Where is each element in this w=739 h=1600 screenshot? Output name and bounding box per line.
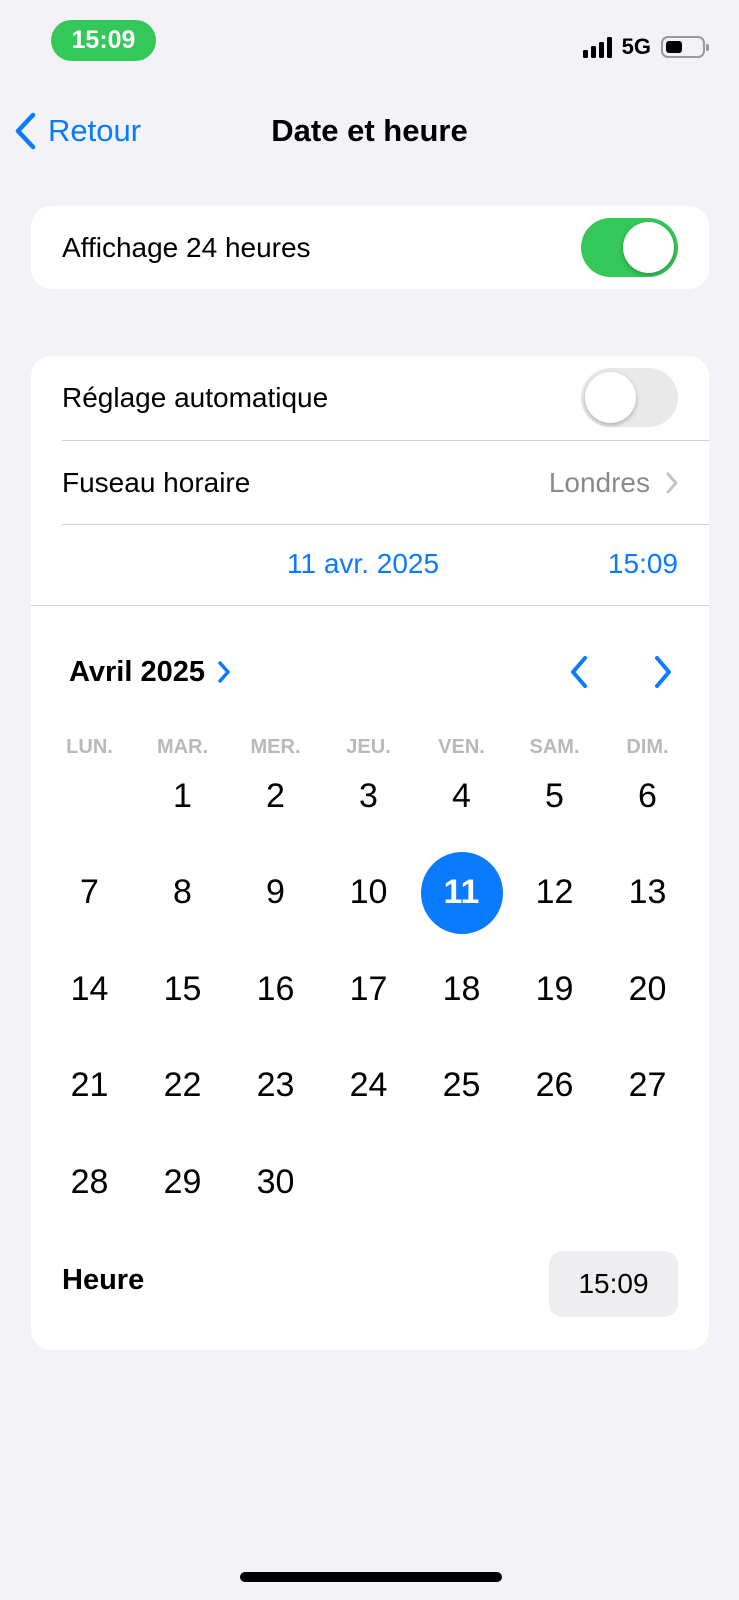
day-number: 12 bbox=[535, 873, 574, 912]
calendar-day[interactable]: 13 bbox=[601, 845, 694, 942]
calendar-day[interactable]: 16 bbox=[229, 941, 322, 1038]
battery-icon bbox=[661, 36, 709, 58]
day-number: 11 bbox=[420, 851, 503, 934]
day-number: 18 bbox=[442, 969, 481, 1008]
back-button[interactable]: Retour bbox=[14, 108, 141, 154]
day-number: 1 bbox=[173, 776, 192, 815]
calendar-day[interactable]: 12 bbox=[508, 845, 601, 942]
chevron-right-icon bbox=[218, 661, 230, 683]
day-number: 28 bbox=[70, 1162, 109, 1201]
auto-label: Réglage automatique bbox=[62, 382, 329, 413]
day-number: 30 bbox=[256, 1162, 295, 1201]
calendar-day[interactable]: 10 bbox=[322, 845, 415, 942]
calendar-day[interactable]: 27 bbox=[601, 1038, 694, 1135]
calendar-day[interactable]: 7 bbox=[43, 845, 136, 942]
calendar-day[interactable]: 23 bbox=[229, 1038, 322, 1135]
calendar-day[interactable]: 8 bbox=[136, 845, 229, 942]
battery-level bbox=[666, 41, 682, 53]
chevron-right-icon bbox=[666, 472, 678, 493]
day-number: 3 bbox=[359, 776, 378, 815]
timezone-label: Fuseau horaire bbox=[62, 466, 251, 498]
calendar-day[interactable]: 2 bbox=[229, 748, 322, 845]
home-indicator[interactable] bbox=[240, 1572, 502, 1582]
time-label: Heure bbox=[62, 1264, 145, 1296]
back-label: Retour bbox=[48, 113, 142, 148]
toggle-knob bbox=[623, 222, 674, 273]
selected-time[interactable]: 15:09 bbox=[608, 542, 678, 586]
day-number: 13 bbox=[628, 873, 667, 912]
day-number: 5 bbox=[545, 776, 564, 815]
calendar-grid: 1 2 3 4 5 6 7 8 9 10 11 12 13 14 15 16 17 18 19 20 21 22 23 24 2… bbox=[43, 748, 694, 1231]
day-number: 29 bbox=[163, 1162, 202, 1201]
day-number: 25 bbox=[442, 1066, 481, 1105]
toggle-knob bbox=[585, 372, 636, 423]
day-number: 27 bbox=[628, 1066, 667, 1105]
calendar-day[interactable]: 19 bbox=[508, 941, 601, 1038]
calendar-day[interactable]: 29 bbox=[136, 1134, 229, 1231]
day-number: 17 bbox=[349, 969, 388, 1008]
datetime-card: Réglage automatique Fuseau horaire Londr… bbox=[31, 356, 709, 1350]
calendar-day[interactable]: 17 bbox=[322, 941, 415, 1038]
day-number: 14 bbox=[70, 969, 109, 1008]
display-24h-card: Affichage 24 heures bbox=[31, 206, 709, 289]
calendar-day[interactable]: 20 bbox=[601, 941, 694, 1038]
status-time: 15:09 bbox=[51, 20, 156, 61]
month-label: Avril 2025 bbox=[69, 655, 205, 688]
calendar-day[interactable]: 15 bbox=[136, 941, 229, 1038]
calendar-day-selected[interactable]: 11 bbox=[415, 845, 508, 942]
calendar-day[interactable]: 4 bbox=[415, 748, 508, 845]
network-label: 5G bbox=[621, 34, 651, 59]
day-number: 7 bbox=[80, 873, 99, 912]
day-number: 4 bbox=[452, 776, 471, 815]
calendar-day[interactable]: 25 bbox=[415, 1038, 508, 1135]
day-number: 21 bbox=[70, 1066, 109, 1105]
timezone-value-group[interactable]: Londres bbox=[549, 441, 678, 524]
calendar-day[interactable]: 14 bbox=[43, 941, 136, 1038]
day-number: 16 bbox=[256, 969, 295, 1008]
day-number: 8 bbox=[173, 873, 192, 912]
calendar-day[interactable]: 5 bbox=[508, 748, 601, 845]
calendar-day[interactable]: 18 bbox=[415, 941, 508, 1038]
day-number: 20 bbox=[628, 969, 667, 1008]
next-month-button[interactable] bbox=[643, 652, 683, 692]
calendar-day[interactable]: 21 bbox=[43, 1038, 136, 1135]
prev-month-button[interactable] bbox=[559, 652, 599, 692]
empty-cell bbox=[43, 748, 136, 845]
day-number: 19 bbox=[535, 969, 574, 1008]
h24-label: Affichage 24 heures bbox=[62, 231, 311, 263]
calendar-day[interactable]: 9 bbox=[229, 845, 322, 942]
divider bbox=[62, 524, 709, 525]
calendar-day[interactable]: 26 bbox=[508, 1038, 601, 1135]
timezone-value: Londres bbox=[548, 466, 650, 498]
day-number: 10 bbox=[349, 873, 388, 912]
time-picker-button[interactable]: 15:09 bbox=[549, 1251, 678, 1317]
day-number: 9 bbox=[266, 873, 285, 912]
month-year-button[interactable]: Avril 2025 bbox=[69, 652, 231, 692]
calendar-day[interactable]: 1 bbox=[136, 748, 229, 845]
day-number: 23 bbox=[256, 1066, 295, 1105]
chevron-left-icon bbox=[571, 656, 587, 688]
h24-toggle[interactable] bbox=[581, 218, 678, 277]
day-number: 22 bbox=[163, 1066, 202, 1105]
chevron-right-icon bbox=[655, 656, 671, 688]
calendar-day[interactable]: 3 bbox=[322, 748, 415, 845]
status-indicators: 5G bbox=[582, 34, 709, 60]
signal-icon bbox=[582, 36, 612, 58]
day-number: 24 bbox=[349, 1066, 388, 1105]
selected-date[interactable]: 11 avr. 2025 bbox=[287, 542, 439, 586]
chevron-left-icon bbox=[15, 112, 36, 150]
calendar-day[interactable]: 30 bbox=[229, 1134, 322, 1231]
screen: 15:09 5G Date et heure Retour Affichage … bbox=[0, 0, 739, 1600]
day-number: 2 bbox=[266, 776, 285, 815]
day-number: 15 bbox=[163, 969, 202, 1008]
calendar-day[interactable]: 28 bbox=[43, 1134, 136, 1231]
day-number: 6 bbox=[638, 776, 657, 815]
calendar-day[interactable]: 6 bbox=[601, 748, 694, 845]
calendar-day[interactable]: 22 bbox=[136, 1038, 229, 1135]
calendar-day[interactable]: 24 bbox=[322, 1038, 415, 1135]
divider bbox=[31, 605, 709, 606]
day-number: 26 bbox=[535, 1066, 574, 1105]
auto-toggle[interactable] bbox=[581, 368, 678, 427]
